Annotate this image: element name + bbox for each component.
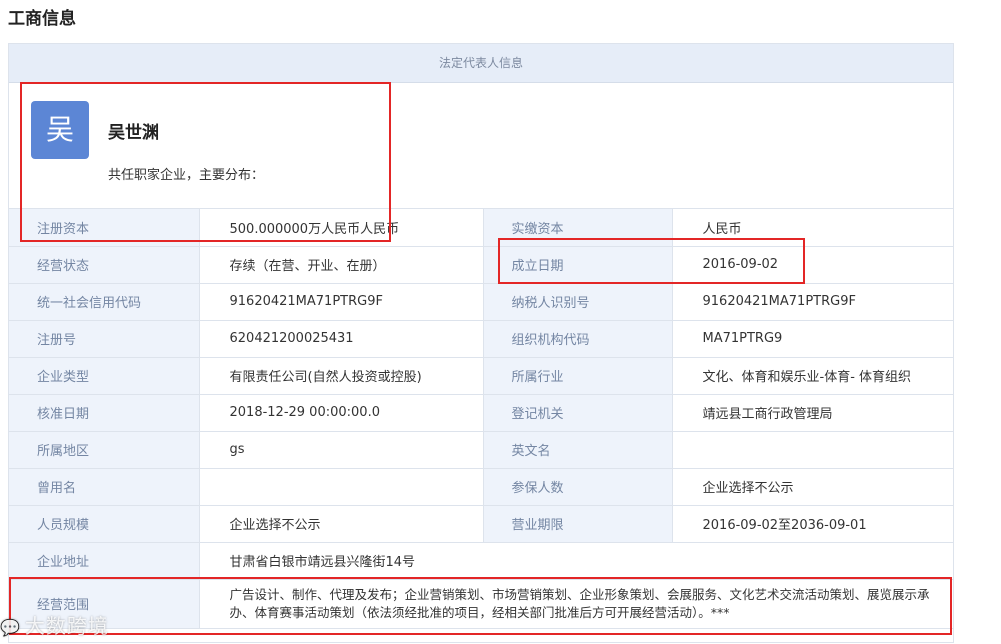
table-row: 统一社会信用代码 91620421MA71PTRG9F 纳税人识别号 91620… <box>9 283 953 321</box>
label-company-type: 企业类型 <box>9 357 200 395</box>
label-registration-number: 注册号 <box>9 320 200 358</box>
highlight-box-business-scope <box>9 577 952 635</box>
label-region: 所属地区 <box>9 431 200 469</box>
watermark-text: 大数跨境 <box>24 614 109 638</box>
value-company-type: 有限责任公司(自然人投资或控股) <box>199 357 484 395</box>
table-row: 曾用名 参保人数 企业选择不公示 <box>9 468 953 506</box>
label-business-term: 营业期限 <box>483 505 673 543</box>
value-business-status: 存续（在营、开业、在册） <box>199 246 484 284</box>
label-insured-count: 参保人数 <box>483 468 673 506</box>
table-row: 企业地址 甘肃省白银市靖远县兴隆街14号 <box>9 542 953 580</box>
label-credit-code: 统一社会信用代码 <box>9 283 200 321</box>
page-title: 工商信息 <box>8 9 76 29</box>
value-address: 甘肃省白银市靖远县兴隆街14号 <box>199 542 953 580</box>
table-row: 经营状态 存续（在营、开业、在册） 成立日期 2016-09-02 <box>9 246 953 284</box>
value-organization-code: MA71PTRG9 <box>672 320 953 358</box>
table-row: 核准日期 2018-12-29 00:00:00.0 登记机关 靖远县工商行政管… <box>9 394 953 432</box>
value-credit-code: 91620421MA71PTRG9F <box>199 283 484 321</box>
label-english-name: 英文名 <box>483 431 673 469</box>
panel-header: 法定代表人信息 <box>9 44 953 83</box>
highlight-box-established-date <box>498 238 805 284</box>
label-address: 企业地址 <box>9 542 200 580</box>
label-organization-code: 组织机构代码 <box>483 320 673 358</box>
value-industry: 文化、体育和娱乐业-体育- 体育组织 <box>672 357 953 395</box>
value-english-name <box>672 431 953 469</box>
value-former-name <box>199 468 484 506</box>
label-business-status: 经营状态 <box>9 246 200 284</box>
table-row: 企业类型 有限责任公司(自然人投资或控股) 所属行业 文化、体育和娱乐业-体育-… <box>9 357 953 395</box>
label-industry: 所属行业 <box>483 357 673 395</box>
value-taxpayer-id: 91620421MA71PTRG9F <box>672 283 953 321</box>
watermark: 💬 大数跨境 <box>0 610 140 640</box>
label-taxpayer-id: 纳税人识别号 <box>483 283 673 321</box>
value-registration-number: 620421200025431 <box>199 320 484 358</box>
value-insured-count: 企业选择不公示 <box>672 468 953 506</box>
table-row: 所属地区 gs 英文名 <box>9 431 953 469</box>
label-registration-authority: 登记机关 <box>483 394 673 432</box>
table-row: 人员规模 企业选择不公示 营业期限 2016-09-02至2036-09-01 <box>9 505 953 543</box>
label-staff-size: 人员规模 <box>9 505 200 543</box>
value-region: gs <box>199 431 484 469</box>
table-row: 注册号 620421200025431 组织机构代码 MA71PTRG9 <box>9 320 953 358</box>
chat-bubble-icon: 💬 <box>0 618 21 637</box>
label-former-name: 曾用名 <box>9 468 200 506</box>
highlight-box-representative <box>20 82 391 242</box>
business-info-table: 注册资本 500.000000万人民币人民币 实缴资本 人民币 经营状态 存续（… <box>9 209 953 629</box>
value-staff-size: 企业选择不公示 <box>199 505 484 543</box>
value-business-term: 2016-09-02至2036-09-01 <box>672 505 953 543</box>
label-approval-date: 核准日期 <box>9 394 200 432</box>
value-approval-date: 2018-12-29 00:00:00.0 <box>199 394 484 432</box>
value-registration-authority: 靖远县工商行政管理局 <box>672 394 953 432</box>
